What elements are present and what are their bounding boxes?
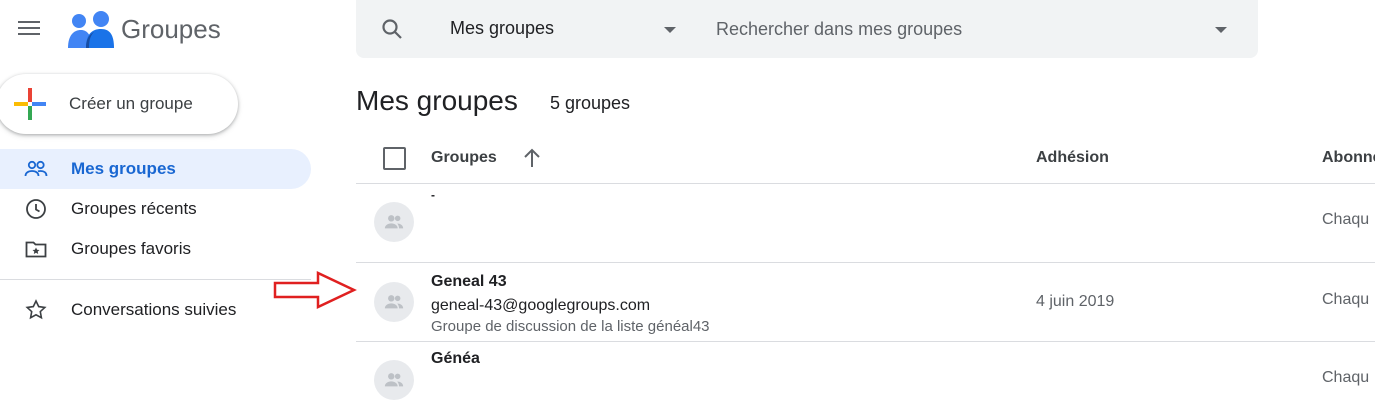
group-avatar-icon [374,282,414,322]
app-title: Groupes [121,14,221,44]
people-icon [24,157,48,181]
joined-date: 4 juin 2019 [1036,293,1115,310]
group-count: 5 groupes [550,93,631,113]
sidebar-item-label: Groupes favoris [71,239,191,258]
star-icon [24,298,48,322]
main-menu-button[interactable] [18,18,44,40]
menu-line [18,21,40,23]
group-name[interactable]: Généa [431,350,480,368]
search-icon[interactable] [380,17,404,46]
sidebar-item-recent-groups[interactable]: Groupes récents [0,189,311,229]
create-group-label: Créer un groupe [69,94,193,113]
group-email: geneal-43@googlegroups.com [431,297,651,314]
search-input[interactable] [716,16,1196,42]
select-all-checkbox[interactable] [383,147,406,170]
sidebar-item-label: Groupes récents [71,199,197,218]
sidebar-divider [0,279,311,280]
column-header-subscription[interactable]: Abonne [1322,149,1375,167]
sidebar-item-favorite-groups[interactable]: Groupes favoris [0,229,311,269]
group-avatar-icon [374,360,414,400]
create-group-button[interactable]: Créer un groupe [0,74,238,134]
sort-arrow-up-icon[interactable] [520,146,544,175]
sidebar-item-my-groups[interactable]: Mes groupes [0,149,311,189]
search-options-chevron-icon[interactable] [1215,27,1227,33]
star-folder-icon [24,237,48,261]
column-header-joined[interactable]: Adhésion [1036,149,1109,167]
sidebar-item-label: Mes groupes [71,159,176,178]
subscription-value: Chaqu [1322,291,1370,308]
menu-line [18,27,40,29]
sidebar-item-label: Conversations suivies [71,300,237,319]
plus-icon [14,88,46,120]
sidebar-item-followed-conversations[interactable]: Conversations suivies [0,290,311,330]
red-arrow-annotation-icon [272,270,358,315]
groups-logo-icon [68,8,114,57]
group-name[interactable]: - [431,188,435,202]
page-title: Mes groupes [356,85,518,116]
column-header-groups[interactable]: Groupes [431,149,497,167]
group-description: Groupe de discussion de la liste généal4… [431,318,710,335]
table-row[interactable] [356,342,1375,380]
chevron-down-icon[interactable] [664,27,676,33]
subscription-value: Chaqu [1322,369,1370,386]
subscription-value: Chaqu [1322,211,1370,228]
table-row[interactable] [356,184,1375,262]
group-avatar-icon [374,202,414,242]
clock-icon [24,197,48,221]
group-name[interactable]: Geneal 43 [431,273,507,291]
menu-line [18,33,40,35]
search-scope-select[interactable]: Mes groupes [450,18,554,39]
